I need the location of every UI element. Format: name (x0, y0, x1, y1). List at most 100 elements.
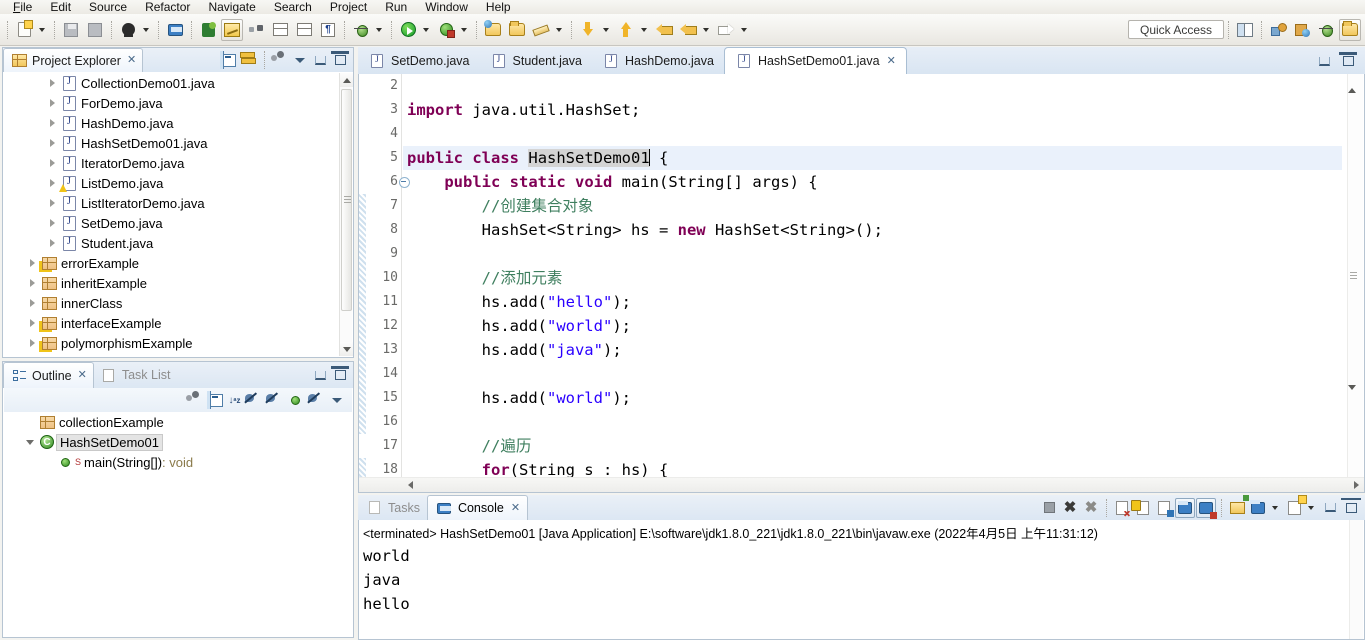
expand-arrow-icon[interactable] (44, 119, 60, 127)
code-content[interactable]: import java.util.HashSet; public class H… (403, 74, 1342, 477)
minimize-icon[interactable] (311, 366, 329, 384)
project-explorer-scrollbar[interactable] (339, 73, 353, 356)
clear-console-icon[interactable] (1112, 498, 1132, 518)
outline-item-HashSetDemo01[interactable]: C HashSetDemo01 (4, 432, 352, 452)
tab-outline[interactable]: Outline ✕ (3, 362, 94, 388)
code-line[interactable]: hs.add("world"); (403, 314, 1342, 338)
code-line[interactable]: hs.add("hello"); (403, 290, 1342, 314)
view-menu-dots-icon[interactable] (271, 51, 289, 69)
minimize-icon[interactable] (311, 51, 329, 69)
project-explorer-tree[interactable]: CollectionDemo01.java ForDemo.java HashDem… (4, 73, 339, 356)
hide-local-types-icon[interactable] (307, 391, 325, 409)
forward-icon[interactable] (715, 19, 737, 41)
forward-dropdown-icon[interactable] (738, 19, 750, 41)
display-console-dropdown-icon[interactable] (1269, 497, 1281, 519)
code-line[interactable]: public static void main(String[] args) { (403, 170, 1342, 194)
code-line[interactable] (403, 242, 1342, 266)
expand-arrow-icon[interactable] (44, 79, 60, 87)
tree-item-HashDemo-java[interactable]: HashDemo.java (4, 113, 339, 133)
scroll-down-icon[interactable] (1348, 390, 1364, 406)
tree-item-CollectionDemo01-java[interactable]: CollectionDemo01.java (4, 73, 339, 93)
back-icon[interactable] (677, 19, 699, 41)
display-selected-console-icon[interactable] (1248, 498, 1268, 518)
java-ee-perspective-icon[interactable] (1267, 19, 1289, 41)
bug-perspective-icon[interactable] (1315, 19, 1337, 41)
run-icon[interactable] (397, 19, 419, 41)
open-console-icon[interactable] (1227, 498, 1247, 518)
expand-arrow-icon[interactable] (44, 199, 60, 207)
expand-arrow-icon[interactable] (24, 299, 40, 307)
scroll-up-icon[interactable] (1348, 74, 1364, 90)
word-wrap-icon[interactable] (1154, 498, 1174, 518)
save-all-icon[interactable] (84, 19, 106, 41)
new-console-view-icon[interactable] (1284, 498, 1304, 518)
tree-item-HashSetDemo01-java[interactable]: HashSetDemo01.java (4, 133, 339, 153)
back-dropdown-icon[interactable] (700, 19, 712, 41)
console-icon[interactable] (164, 19, 186, 41)
tree-item-ListIteratorDemo-java[interactable]: ListIteratorDemo.java (4, 193, 339, 213)
tab-console[interactable]: Console ✕ (426, 495, 529, 520)
expand-arrow-icon[interactable] (24, 279, 40, 287)
open-task-icon[interactable] (506, 19, 528, 41)
next-annotation-icon[interactable] (577, 19, 599, 41)
remove-launch-icon[interactable]: ✖ (1060, 498, 1080, 518)
new-wizard-icon[interactable] (13, 19, 35, 41)
new-perspective-icon[interactable] (1234, 19, 1256, 41)
tree-item-ForDemo-java[interactable]: ForDemo.java (4, 93, 339, 113)
link-with-editor-icon[interactable] (240, 51, 258, 69)
debug-bug-icon[interactable] (350, 19, 372, 41)
menu-item-window[interactable]: Window (416, 0, 477, 14)
run-last-dropdown-icon[interactable] (458, 19, 470, 41)
view-menu-icon[interactable] (291, 51, 309, 69)
tree-item-polymorphismExample[interactable]: polymorphismExample (4, 333, 339, 353)
save-icon[interactable] (60, 19, 82, 41)
editor-tab-SetDemo-java[interactable]: SetDemo.java (358, 47, 480, 74)
person-dropdown-icon[interactable] (140, 19, 152, 41)
expand-arrow-icon[interactable] (24, 319, 40, 327)
collapse-all-icon[interactable] (220, 51, 238, 69)
menu-item-run[interactable]: Run (376, 0, 416, 14)
menu-item-navigate[interactable]: Navigate (199, 0, 264, 14)
close-icon[interactable]: ✕ (511, 502, 520, 514)
menu-item-project[interactable]: Project (321, 0, 376, 14)
editor-tab-HashDemo-java[interactable]: HashDemo.java (592, 47, 724, 74)
code-line[interactable]: import java.util.HashSet; (403, 98, 1342, 122)
maximize-icon[interactable] (1339, 52, 1357, 70)
pencil-dropdown-icon[interactable] (553, 19, 565, 41)
tree-item-inheritExample[interactable]: inheritExample (4, 273, 339, 293)
scroll-right-icon[interactable] (1349, 478, 1364, 492)
close-icon[interactable]: ✕ (127, 55, 136, 66)
show-console-on-output-icon[interactable] (1175, 497, 1195, 518)
minimize-icon[interactable] (1320, 498, 1340, 518)
tab-task-list[interactable]: Task List (94, 363, 177, 387)
run-dropdown-icon[interactable] (420, 19, 432, 41)
menu-item-help[interactable]: Help (477, 0, 520, 14)
pin-console-icon[interactable] (197, 19, 219, 41)
code-line[interactable] (403, 74, 1342, 98)
tree-item-IteratorDemo-java[interactable]: IteratorDemo.java (4, 153, 339, 173)
expand-arrow-icon[interactable] (44, 99, 60, 107)
outline-item-collectionExample[interactable]: collectionExample (4, 412, 352, 432)
outline-tree[interactable]: collectionExample C HashSetDemo01 Smain(Str… (4, 412, 352, 636)
scroll-down-icon[interactable] (340, 342, 353, 356)
code-line[interactable]: public class HashSetDemo01 { (403, 146, 1342, 170)
expand-arrow-icon[interactable] (44, 159, 60, 167)
code-line[interactable] (403, 362, 1342, 386)
editor-tab-Student-java[interactable]: Student.java (480, 47, 593, 74)
sort-icon[interactable]: ↓ ᵃz (228, 394, 241, 407)
tree-item-ListDemo-java[interactable]: ListDemo.java (4, 173, 339, 193)
person-icon[interactable] (117, 19, 139, 41)
minimize-icon[interactable] (1315, 52, 1333, 70)
debug-perspective-icon[interactable] (1291, 19, 1313, 41)
paragraph-icon[interactable]: ¶ (317, 19, 339, 41)
previous-annotation-dropdown-icon[interactable] (638, 19, 650, 41)
pencil-icon[interactable] (530, 19, 552, 41)
code-line[interactable] (403, 122, 1342, 146)
java-perspective-icon[interactable] (1339, 18, 1361, 41)
terminate-icon[interactable] (1039, 498, 1059, 518)
code-line[interactable] (403, 410, 1342, 434)
code-line[interactable]: //创建集合对象 (403, 194, 1342, 218)
expand-arrow-icon[interactable] (24, 339, 40, 347)
code-line[interactable]: hs.add("world"); (403, 386, 1342, 410)
tree-item-Student-java[interactable]: Student.java (4, 233, 339, 253)
